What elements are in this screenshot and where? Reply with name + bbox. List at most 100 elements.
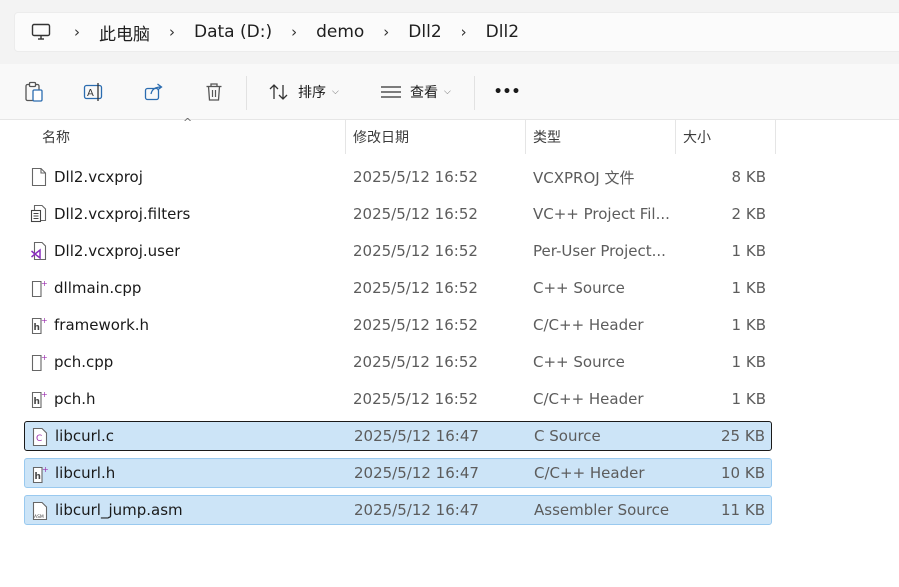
file-size: 25 KB [721,427,765,445]
column-divider[interactable] [525,120,526,154]
breadcrumb[interactable]: › 此电脑 › Data (D:) › demo › Dll2 › Dll2 [14,12,899,52]
blank-file-icon [31,167,47,187]
column-header-date[interactable]: 修改日期 [353,120,409,154]
column-divider[interactable] [775,120,776,154]
file-row-selected[interactable]: h + libcurl.h 2025/5/12 16:47 C/C++ Heade… [24,458,772,488]
toolbar-divider [246,76,247,110]
sort-label: 排序 [298,85,326,101]
file-row[interactable]: + pch.cpp 2025/5/12 16:52 C++ Source 1 K… [24,347,772,377]
file-row[interactable]: Dll2.vcxproj 2025/5/12 16:52 VCXPROJ 文件 … [24,162,772,192]
file-name: pch.h [54,390,96,408]
svg-text:+: + [41,279,48,288]
asm-file-icon: ASM [32,501,48,521]
paste-button[interactable] [14,72,54,112]
file-date: 2025/5/12 16:47 [354,501,479,519]
sort-button[interactable]: 排序 ⌵ [260,72,347,112]
file-size: 1 KB [731,242,766,260]
svg-text:C: C [36,434,42,444]
file-row[interactable]: Dll2.vcxproj.filters 2025/5/12 16:52 VC+… [24,199,772,229]
toolbar-divider [474,76,475,110]
breadcrumb-item-dll2[interactable]: Dll2 [402,13,447,51]
column-header-size[interactable]: 大小 [683,120,711,154]
file-date: 2025/5/12 16:47 [354,464,479,482]
file-type: C/C++ Header [534,464,645,482]
file-name: Dll2.vcxproj.filters [54,205,191,223]
rename-button[interactable]: A [74,72,114,112]
computer-icon[interactable] [21,13,61,51]
breadcrumb-item-demo[interactable]: demo [310,13,370,51]
file-name: Dll2.vcxproj.user [54,242,181,260]
chevron-right-icon[interactable]: › [61,13,93,51]
breadcrumb-item-dll2-current[interactable]: Dll2 [480,13,525,51]
column-header-type[interactable]: 类型 [533,120,561,154]
file-row-selected[interactable]: ASM libcurl_jump.asm 2025/5/12 16:47 Ass… [24,495,772,525]
column-header-row: 名称 修改日期 类型 大小 [0,120,899,154]
file-size: 1 KB [731,316,766,334]
file-size: 1 KB [731,390,766,408]
file-row[interactable]: h + pch.h 2025/5/12 16:52 C/C++ Header 1 … [24,384,772,414]
file-name: libcurl.c [55,427,114,445]
file-name: pch.cpp [54,353,114,371]
file-date: 2025/5/12 16:52 [353,242,478,260]
cpp-file-icon: +. [31,279,48,298]
file-name: dllmain.cpp [54,279,142,297]
column-header-name[interactable]: 名称 [42,120,70,154]
vs-user-file-icon [31,241,47,261]
file-date: 2025/5/12 16:52 [353,168,478,186]
svg-text:ASM: ASM [34,514,44,520]
file-date: 2025/5/12 16:47 [354,427,479,445]
svg-text:h: h [34,397,40,407]
chevron-right-icon[interactable]: › [278,13,310,51]
sort-icon [269,84,288,100]
svg-text:+: + [41,316,48,325]
file-name: framework.h [54,316,150,334]
view-button[interactable]: 查看 ⌵ [372,72,459,112]
more-options-button[interactable]: ••• [488,72,526,112]
clipboard-icon [25,81,43,102]
column-divider[interactable] [345,120,346,154]
svg-text:+: + [41,353,48,362]
command-bar: A 排序 ⌵ 查看 ⌵ ••• [0,64,899,120]
header-file-icon: h+ [31,316,48,335]
trash-icon [206,83,222,101]
chevron-right-icon[interactable]: › [156,13,188,51]
file-row-selected[interactable]: C libcurl.c 2025/5/12 16:47 C Source 25 … [24,421,772,451]
chevron-down-icon: ⌵ [332,87,339,97]
chevron-right-icon[interactable]: › [370,13,402,51]
rename-icon: A [83,83,103,101]
file-size: 8 KB [731,168,766,186]
breadcrumb-item-this-pc[interactable]: 此电脑 [93,13,156,51]
file-date: 2025/5/12 16:52 [353,353,478,371]
file-date: 2025/5/12 16:52 [353,390,478,408]
svg-text:+: + [41,390,48,399]
c-file-icon: C [32,427,48,447]
file-date: 2025/5/12 16:52 [353,205,478,223]
file-type: C++ Source [533,279,625,297]
view-label: 查看 [410,85,438,101]
svg-text:h: h [35,472,41,482]
file-size: 11 KB [721,501,765,519]
file-type: Assembler Source [534,501,670,519]
chevron-down-icon: ⌵ [444,87,451,97]
file-row[interactable]: h + framework.h 2025/5/12 16:52 C/C++ Hea… [24,310,772,340]
delete-button[interactable] [194,72,234,112]
chevron-right-icon[interactable]: › [448,13,480,51]
list-view-icon [381,86,401,98]
file-row[interactable]: Dll2.vcxproj.user 2025/5/12 16:52 Per-Us… [24,236,772,266]
column-divider[interactable] [675,120,676,154]
file-name: libcurl.h [55,464,116,482]
file-date: 2025/5/12 16:52 [353,316,478,334]
share-button[interactable] [134,72,174,112]
file-type: C/C++ Header [533,316,644,334]
breadcrumb-item-drive[interactable]: Data (D:) [188,13,278,51]
file-type: Per-User Project... [533,242,666,260]
file-date: 2025/5/12 16:52 [353,279,478,297]
file-name: Dll2.vcxproj [54,168,143,186]
file-type: C/C++ Header [533,390,644,408]
header-file-icon: h+ [31,390,48,409]
svg-text:A: A [87,88,94,99]
header-file-icon: h+ [32,465,49,484]
file-row[interactable]: +. dllmain.cpp 2025/5/12 16:52 C++ Sourc… [24,273,772,303]
filters-file-icon [30,204,47,223]
file-size: 1 KB [731,279,766,297]
